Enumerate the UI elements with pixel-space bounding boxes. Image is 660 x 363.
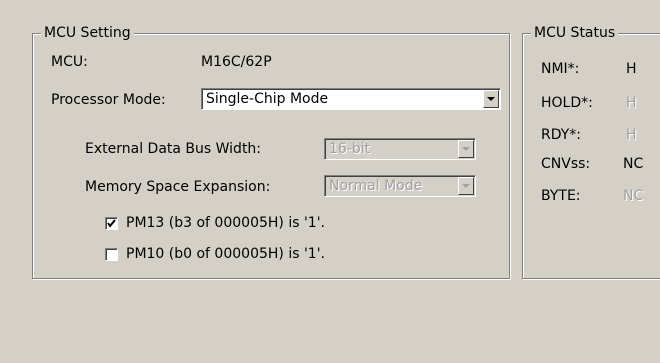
mcu-label: MCU: [51,54,88,70]
status-label-byte: BYTE: [541,188,581,204]
mem-exp-select[interactable]: Normal Mode [324,175,476,197]
checkmark-icon [107,219,116,228]
ext-bus-select[interactable]: 16-bit [324,138,476,160]
mem-exp-dropdown-button[interactable] [458,177,474,195]
ext-bus-value: 16-bit [329,141,371,157]
status-label-nmi: NMI*: [541,61,580,77]
chevron-down-icon [462,147,470,151]
status-label-cnvss: CNVss: [541,156,591,172]
pm13-label[interactable]: PM13 (b3 of 000005H) is '1'. [126,214,325,232]
mcu-status-title: MCU Status [531,24,619,42]
mcu-status-group: MCU Status NMI*: H HOLD*: H RDY*: H CNVs… [522,24,660,279]
pm10-checkbox[interactable] [105,248,118,261]
status-label-rdy: RDY*: [541,127,582,143]
processor-mode-value: Single-Chip Mode [206,91,329,107]
mcu-setting-group: MCU Setting MCU: M16C/62P Processor Mode… [32,24,510,279]
ext-bus-dropdown-button[interactable] [458,140,474,158]
processor-mode-dropdown-button[interactable] [483,90,499,108]
ext-bus-label: External Data Bus Width: [85,141,262,157]
mcu-value: M16C/62P [201,54,272,70]
status-value-nmi: H [626,61,637,77]
processor-mode-label: Processor Mode: [51,92,166,108]
status-value-hold: H [626,95,637,111]
mcu-setting-title: MCU Setting [41,24,134,42]
processor-mode-select[interactable]: Single-Chip Mode [201,88,501,110]
mem-exp-value: Normal Mode [329,178,423,194]
mem-exp-label: Memory Space Expansion: [85,179,271,195]
pm13-checkbox[interactable] [105,217,118,230]
pm10-label[interactable]: PM10 (b0 of 000005H) is '1'. [126,245,325,263]
status-value-cnvss: NC [623,156,644,172]
status-label-hold: HOLD*: [541,95,593,111]
status-value-rdy: H [626,127,637,143]
chevron-down-icon [487,97,495,101]
chevron-down-icon [462,184,470,188]
status-value-byte: NC [623,188,644,204]
